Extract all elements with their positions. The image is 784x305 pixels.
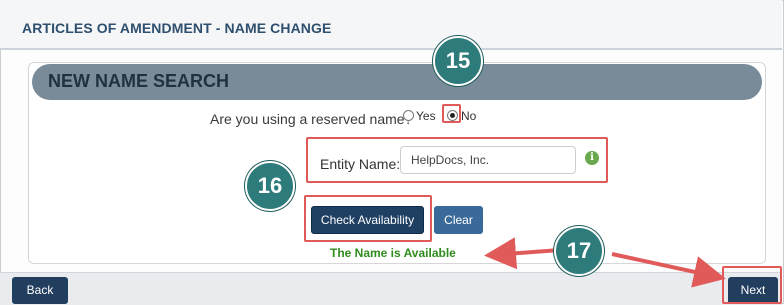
step-17-badge: 17 [554,226,604,276]
callout-arrows [484,237,726,288]
step-16-badge: 16 [245,161,295,211]
arrow-to-status [484,237,561,270]
arrow-to-next [611,252,726,288]
step-15-badge: 15 [433,36,483,86]
